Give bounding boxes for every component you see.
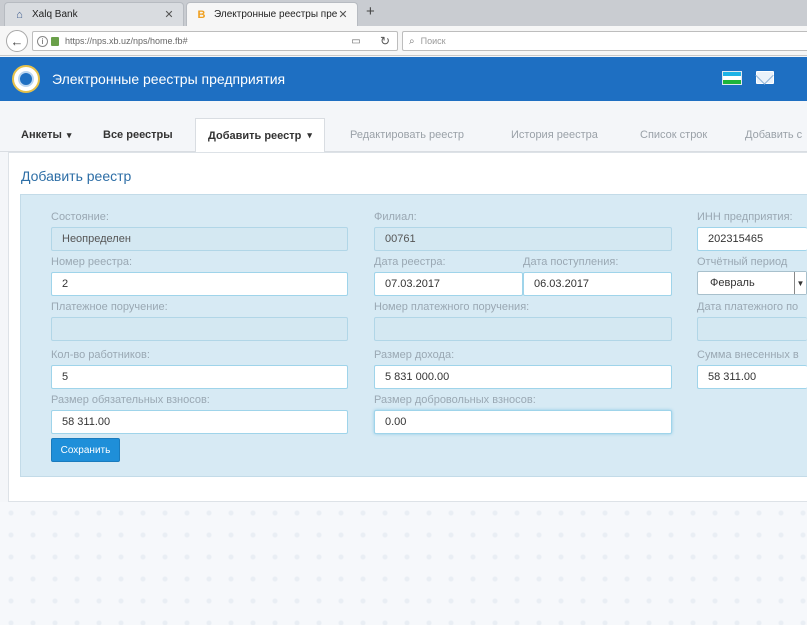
payment-date-label: Дата платежного по [697, 301, 799, 313]
save-button[interactable]: Сохранить [51, 438, 120, 462]
decorative-background-pattern [0, 502, 807, 625]
receipt-date-field[interactable]: 06.03.2017 [523, 272, 672, 296]
state-label: Состояние: [51, 211, 109, 223]
browser-tab-strip: ⌂ Xalq Bank ✕ B Электронные реестры пред… [0, 0, 807, 26]
search-icon: ⌕ [409, 35, 415, 47]
tab-add-more[interactable]: Добавить с [745, 118, 802, 152]
main-tabs: Анкеты ▾ Все реестры Добавить реестр ▾ Р… [0, 118, 807, 153]
bank-logo[interactable] [12, 65, 40, 93]
receipt-date-label: Дата поступления: [523, 256, 619, 268]
back-button[interactable]: ← [6, 30, 28, 52]
registry-date-field[interactable]: 07.03.2017 [374, 272, 523, 296]
mandatory-contributions-field[interactable]: 58 311.00 [51, 410, 348, 434]
tab-all-registries[interactable]: Все реестры [103, 118, 173, 152]
employees-label: Кол-во работников: [51, 349, 150, 361]
payment-order-label: Платежное поручение: [51, 301, 168, 313]
chevron-down-icon: ▾ [307, 130, 312, 140]
voluntary-contributions-label: Размер добровольных взносов: [374, 394, 536, 406]
arrow-left-icon: ← [10, 33, 24, 49]
tab-edit-registry[interactable]: Редактировать реестр [350, 118, 464, 152]
paid-sum-field[interactable]: 58 311.00 [697, 365, 807, 389]
inn-label: ИНН предприятия: [697, 211, 793, 223]
close-tab-icon[interactable]: ✕ [337, 8, 349, 21]
search-input[interactable]: ⌕ Поиск [402, 31, 807, 51]
browser-tab-title: Xalq Bank [32, 9, 78, 20]
tab-label: Добавить реестр [208, 129, 302, 142]
page-title: Добавить реестр [21, 168, 132, 184]
tab-add-registry[interactable]: Добавить реестр ▾ [195, 118, 325, 153]
period-label: Отчётный период [697, 256, 788, 268]
chevron-down-icon[interactable]: ▼ [794, 272, 806, 294]
b-icon: B [197, 8, 206, 21]
url-text[interactable]: https://nps.xb.uz/nps/home.fb# [65, 36, 349, 46]
branch-label: Филиал: [374, 211, 417, 223]
state-field: Неопределен [51, 227, 348, 251]
tab-ankety[interactable]: Анкеты ▾ [21, 118, 71, 152]
inn-field[interactable]: 202315465 [697, 227, 807, 251]
period-select[interactable]: Февраль ▼ [697, 271, 807, 295]
bank-icon: ⌂ [16, 8, 23, 21]
tab-label: Список строк [640, 129, 708, 141]
paid-sum-label: Сумма внесенных в [697, 349, 799, 361]
browser-tab-title: Электронные реестры пред [214, 9, 337, 20]
payment-order-field [51, 317, 348, 341]
tab-label: Анкеты [21, 129, 62, 141]
mandatory-contributions-label: Размер обязательных взносов: [51, 394, 210, 406]
reload-icon[interactable]: ↻ [377, 34, 393, 48]
uzbek-flag-icon[interactable] [722, 71, 742, 85]
tab-rows-list[interactable]: Список строк [640, 118, 707, 152]
new-tab-button[interactable]: + [366, 3, 375, 20]
tab-label: Добавить с [745, 129, 803, 141]
payment-order-number-label: Номер платежного поручения: [374, 301, 530, 313]
branch-field: 00761 [374, 227, 672, 251]
reader-view-icon[interactable]: ▭ [349, 36, 363, 47]
browser-nav-bar: ← i https://nps.xb.uz/nps/home.fb# ▭ ↻ ⌕… [0, 26, 807, 56]
tab-label: Все реестры [103, 129, 173, 141]
registry-number-field[interactable]: 2 [51, 272, 348, 296]
tab-registry-history[interactable]: История реестра [511, 118, 598, 152]
app-header: Электронные реестры предприятия [0, 57, 807, 101]
registry-date-label: Дата реестра: [374, 256, 446, 268]
income-label: Размер дохода: [374, 349, 455, 361]
tab-label: Редактировать реестр [350, 129, 465, 141]
payment-order-number-field [374, 317, 672, 341]
registry-number-label: Номер реестра: [51, 256, 133, 268]
period-selected-value: Февраль [710, 277, 755, 289]
income-field[interactable]: 5 831 000.00 [374, 365, 672, 389]
voluntary-contributions-field[interactable]: 0.00 [374, 410, 672, 434]
payment-date-field [697, 317, 807, 341]
mail-icon[interactable] [756, 71, 774, 84]
info-icon[interactable]: i [37, 35, 48, 47]
close-tab-icon[interactable]: ✕ [163, 8, 175, 21]
tab-label: История реестра [511, 129, 598, 141]
lock-icon [51, 36, 59, 46]
browser-tab-registries[interactable]: B Электронные реестры пред ✕ [186, 2, 358, 26]
app-title: Электронные реестры предприятия [52, 71, 286, 87]
search-placeholder: Поиск [420, 36, 446, 46]
chevron-down-icon: ▾ [66, 129, 72, 140]
employees-field[interactable]: 5 [51, 365, 348, 389]
address-bar[interactable]: i https://nps.xb.uz/nps/home.fb# ▭ ↻ [32, 31, 398, 51]
browser-tab-xalq-bank[interactable]: ⌂ Xalq Bank ✕ [4, 2, 184, 26]
